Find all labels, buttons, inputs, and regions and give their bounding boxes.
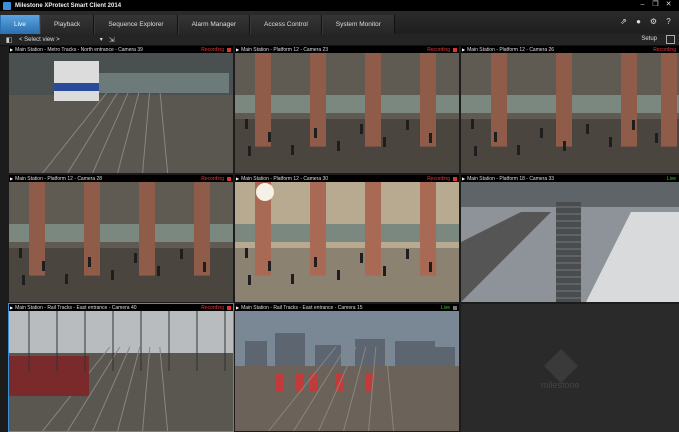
camera-status: Live (440, 304, 450, 311)
status-icon[interactable]: ● (634, 17, 643, 27)
camera-title-bar: ▶ Main Station - Platform 18 - Camera 33 L… (461, 175, 679, 182)
camera-status: Recording (427, 175, 450, 182)
tab-playback[interactable]: Playback (39, 15, 95, 34)
camera-toggle-icon[interactable]: ▶ (236, 176, 239, 181)
camera-video-feed[interactable] (235, 311, 459, 431)
camera-toggle-icon[interactable]: ▶ (10, 47, 13, 52)
camera-tile[interactable]: ▶ Main Station - Platform 12 - Camera 30 R… (235, 175, 459, 302)
camera-name: Main Station - Platform 12 - Camera 26 (467, 46, 555, 53)
camera-tile[interactable]: ▶ Main Station - Platform 18 - Camera 33 L… (461, 175, 679, 302)
close-icon[interactable]: ✕ (664, 1, 673, 9)
camera-tile[interactable]: ▶ Main Station - Rail Tracks - East entra… (8, 303, 234, 432)
camera-video-feed[interactable] (9, 311, 233, 431)
recording-indicator-icon (227, 176, 231, 181)
tab-alarm-manager[interactable]: Alarm Manager (177, 15, 251, 34)
camera-status: Recording (201, 46, 224, 53)
setup-button[interactable]: Setup (641, 36, 657, 42)
fullscreen-icon[interactable] (666, 35, 675, 44)
pin-icon[interactable]: ⇗ (619, 17, 628, 27)
camera-status: Recording (427, 46, 450, 53)
smart-client-window: Milestone XProtect Smart Client 2014 – ❐… (0, 0, 679, 432)
camera-tile[interactable]: ▶ Main Station - Platform 12 - Camera 23 R… (235, 46, 459, 173)
restore-icon[interactable]: ❐ (651, 1, 660, 9)
camera-toggle-icon[interactable]: ▶ (462, 47, 465, 52)
camera-tile[interactable]: ▶ Main Station - Platform 12 - Camera 28 R… (9, 175, 233, 302)
camera-name: Main Station - Platform 12 - Camera 30 (241, 175, 329, 182)
tab-sequence-explorer[interactable]: Sequence Explorer (94, 15, 178, 34)
empty-view-cell[interactable]: milestone (461, 304, 679, 432)
milestone-watermark: milestone (541, 380, 580, 390)
minimize-icon[interactable]: – (638, 1, 647, 9)
camera-status: Recording (653, 46, 676, 53)
recording-indicator-icon (453, 47, 457, 52)
camera-title-bar: ▶ Main Station - Platform 12 - Camera 28 R… (9, 175, 233, 182)
recording-indicator-icon (227, 305, 231, 310)
camera-tile[interactable]: ▶ Main Station - Metro Tracks - North ent… (9, 46, 233, 173)
camera-name: Main Station - Rail Tracks - East entran… (241, 304, 363, 311)
camera-title-bar: ▶ Main Station - Rail Tracks - East entra… (235, 304, 459, 311)
help-icon[interactable]: ? (664, 17, 673, 27)
camera-toggle-icon[interactable]: ▶ (236, 47, 239, 52)
views-pane-icon[interactable]: ◧ (5, 36, 13, 44)
view-toolbar: ◧ < Select view > ▾ ⇲ Setup (0, 34, 679, 46)
title-bar: Milestone XProtect Smart Client 2014 – ❐… (0, 0, 679, 11)
tab-access-control[interactable]: Access Control (250, 15, 322, 34)
select-view-dropdown[interactable]: < Select view > ▾ (19, 36, 103, 44)
camera-title-bar: ▶ Main Station - Platform 12 - Camera 26 R… (461, 46, 679, 53)
camera-title-bar: ▶ Main Station - Platform 12 - Camera 23 R… (235, 46, 459, 53)
camera-video-feed[interactable] (461, 182, 679, 302)
tab-live[interactable]: Live (0, 15, 40, 34)
camera-grid: ▶ Main Station - Metro Tracks - North ent… (8, 46, 679, 432)
camera-name: Main Station - Rail Tracks - East entran… (15, 304, 137, 311)
camera-tile[interactable]: ▶ Main Station - Platform 12 - Camera 26 R… (461, 46, 679, 173)
camera-title-bar: ▶ Main Station - Metro Tracks - North ent… (9, 46, 233, 53)
camera-toggle-icon[interactable]: ▶ (10, 305, 13, 310)
camera-title-bar: ▶ Main Station - Rail Tracks - East entra… (9, 304, 233, 311)
camera-name: Main Station - Metro Tracks - North entr… (15, 46, 143, 53)
recording-indicator-icon (453, 176, 457, 181)
camera-video-feed[interactable] (9, 53, 233, 173)
camera-name: Main Station - Platform 18 - Camera 33 (467, 175, 555, 182)
camera-name: Main Station - Platform 12 - Camera 23 (241, 46, 329, 53)
camera-video-feed[interactable] (461, 53, 679, 173)
camera-status: Recording (201, 304, 224, 311)
workspace-tabs: Live Playback Sequence Explorer Alarm Ma… (0, 11, 679, 34)
camera-toggle-icon[interactable]: ▶ (462, 176, 465, 181)
camera-video-feed[interactable] (235, 53, 459, 173)
camera-title-bar: ▶ Main Station - Platform 12 - Camera 30 R… (235, 175, 459, 182)
tab-system-monitor[interactable]: System Monitor (321, 15, 395, 34)
select-view-label: < Select view > (19, 36, 60, 43)
recording-indicator-icon (227, 47, 231, 52)
send-to-window-icon[interactable]: ⇲ (108, 36, 116, 44)
app-logo-icon (3, 1, 11, 10)
camera-status: Live (666, 175, 676, 182)
app-title: Milestone XProtect Smart Client 2014 (15, 2, 122, 9)
camera-tile[interactable]: ▶ Main Station - Rail Tracks - East entra… (235, 304, 459, 431)
gear-icon[interactable]: ⚙ (649, 17, 658, 27)
camera-status: Recording (201, 175, 224, 182)
camera-toggle-icon[interactable]: ▶ (236, 305, 239, 310)
camera-video-feed[interactable] (235, 182, 459, 302)
camera-name: Main Station - Platform 12 - Camera 28 (15, 175, 103, 182)
milestone-logo-icon (544, 349, 578, 383)
camera-toggle-icon[interactable]: ▶ (10, 176, 13, 181)
live-indicator-icon (453, 305, 457, 310)
camera-video-feed[interactable] (9, 182, 233, 302)
chevron-down-icon: ▾ (99, 37, 103, 43)
